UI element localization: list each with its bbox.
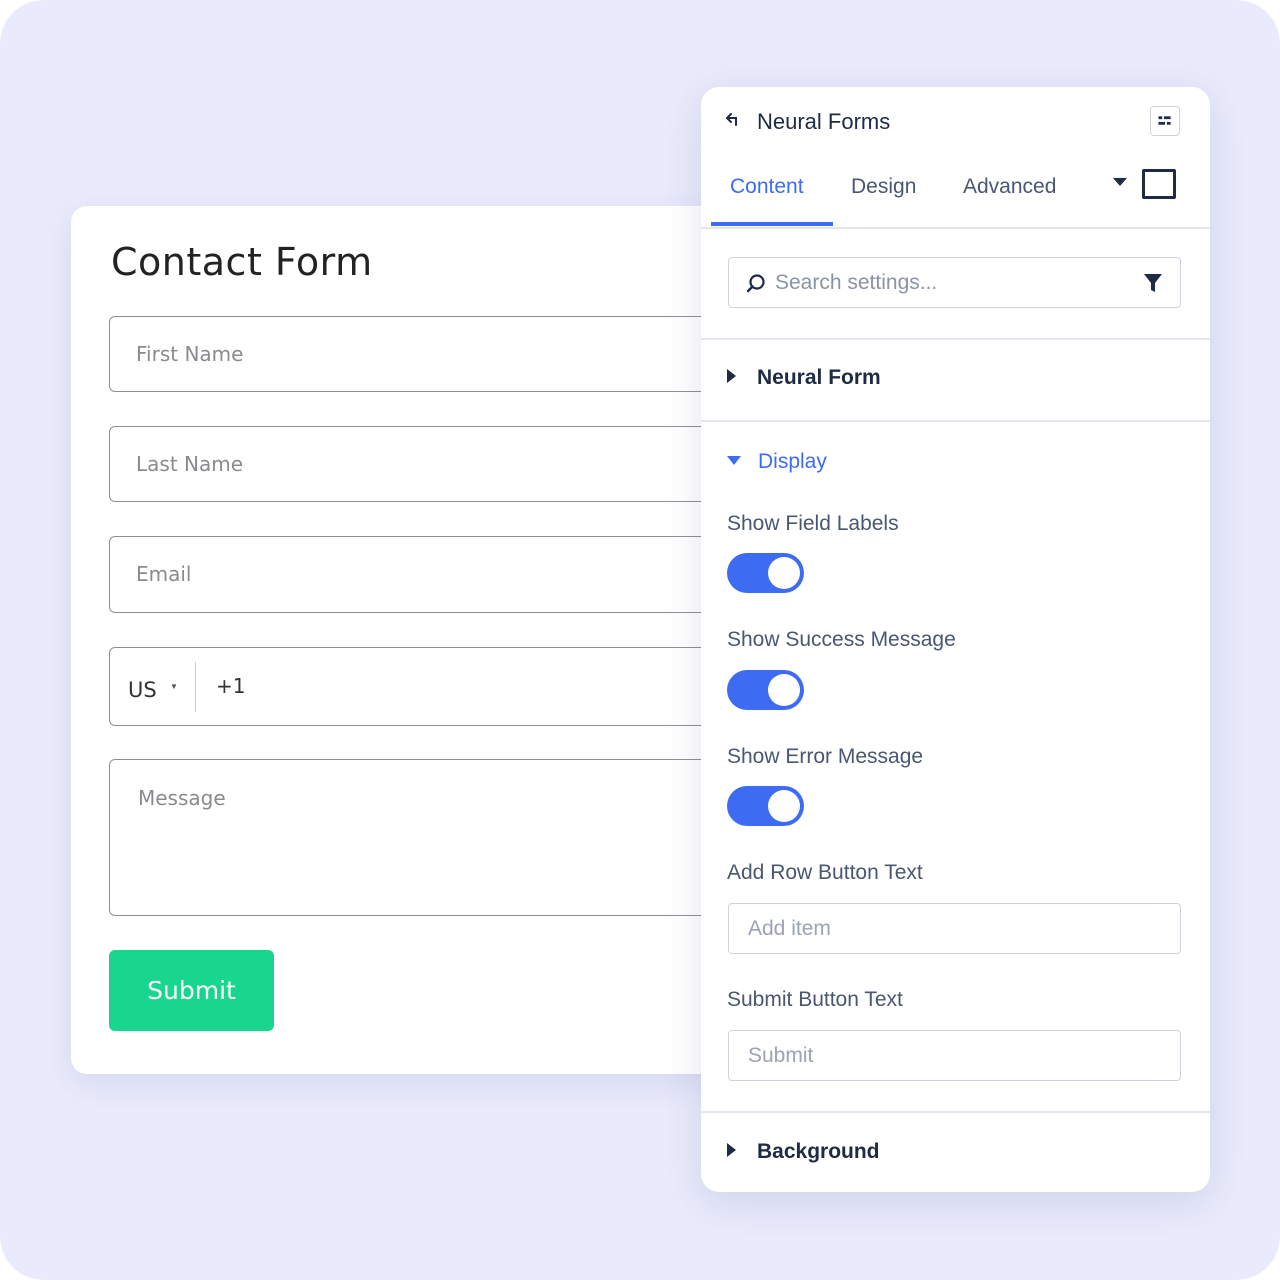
- section-neural-form-label: Neural Form: [757, 366, 881, 389]
- panel-toggle-icon[interactable]: [1142, 169, 1176, 199]
- show-field-labels-toggle[interactable]: [727, 553, 804, 593]
- show-success-message-label: Show Success Message: [727, 628, 956, 651]
- toggle-knob: [768, 790, 800, 822]
- divider: [701, 420, 1210, 422]
- section-neural-form[interactable]: Neural Form: [727, 366, 881, 390]
- submit-button[interactable]: Submit: [109, 950, 274, 1031]
- country-select[interactable]: US: [128, 678, 157, 702]
- search-icon: [746, 274, 765, 293]
- panel-header: Neural Forms: [701, 87, 1210, 159]
- add-row-button-text-label: Add Row Button Text: [727, 861, 923, 884]
- back-arrow-icon[interactable]: [725, 111, 743, 129]
- chevron-down-icon[interactable]: ▼: [170, 682, 178, 691]
- add-row-button-text-input[interactable]: [728, 903, 1181, 954]
- divider: [701, 1111, 1210, 1113]
- section-background[interactable]: Background: [727, 1140, 880, 1164]
- caret-right-icon: [727, 1143, 736, 1158]
- divider: [701, 338, 1210, 340]
- settings-search: [728, 257, 1181, 308]
- settings-panel: Neural Forms Content Design Advanced Sea…: [701, 87, 1210, 1192]
- show-field-labels-label: Show Field Labels: [727, 512, 899, 535]
- message-placeholder: Message: [138, 786, 226, 810]
- dial-code: +1: [216, 674, 246, 698]
- caret-right-icon: [727, 369, 736, 384]
- section-display-label: Display: [758, 450, 827, 473]
- submit-button-text-input[interactable]: [728, 1030, 1181, 1081]
- panel-title: Neural Forms: [757, 109, 891, 134]
- tab-advanced[interactable]: Advanced: [963, 175, 1056, 199]
- section-display[interactable]: Display: [727, 450, 827, 474]
- first-name-placeholder: First Name: [136, 342, 244, 366]
- form-title: Contact Form: [111, 240, 373, 284]
- tab-design[interactable]: Design: [851, 175, 916, 199]
- contact-form-card: Contact Form First Name Last Name Email …: [71, 206, 809, 1074]
- active-tab-indicator: [711, 222, 833, 226]
- show-success-message-toggle[interactable]: [727, 670, 804, 710]
- show-error-message-label: Show Error Message: [727, 745, 924, 768]
- toggle-knob: [768, 674, 800, 706]
- toggle-knob: [768, 557, 800, 589]
- tab-content[interactable]: Content: [730, 175, 804, 199]
- more-tabs-dropdown-icon[interactable]: [1113, 178, 1127, 186]
- panel-tabs: Content Design Advanced: [701, 159, 1210, 229]
- layout-icon[interactable]: [1150, 106, 1180, 136]
- caret-down-icon: [727, 455, 741, 465]
- search-input[interactable]: [775, 268, 1115, 298]
- show-error-message-toggle[interactable]: [727, 786, 804, 826]
- last-name-placeholder: Last Name: [136, 452, 244, 476]
- phone-divider: [195, 662, 196, 712]
- filter-icon[interactable]: [1143, 273, 1163, 294]
- submit-button-text-label: Submit Button Text: [727, 988, 903, 1011]
- email-placeholder: Email: [136, 562, 192, 586]
- section-background-label: Background: [757, 1140, 880, 1163]
- canvas-background: Contact Form First Name Last Name Email …: [0, 0, 1280, 1280]
